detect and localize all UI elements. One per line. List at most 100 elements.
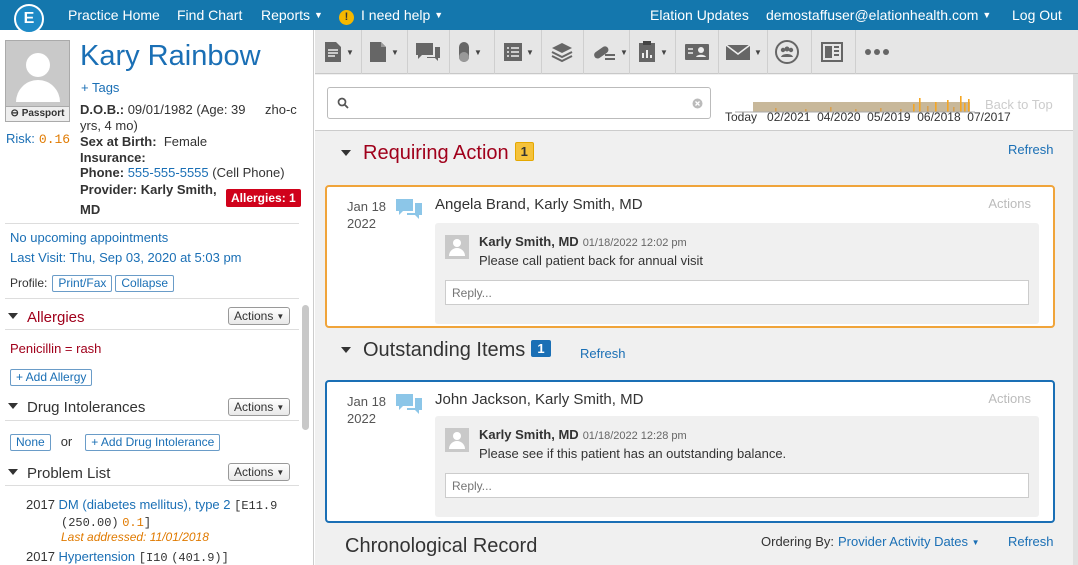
requiring-refresh-link[interactable]: Refresh	[1008, 142, 1054, 157]
problem-code: [E11.9	[234, 499, 278, 513]
patient-avatar[interactable]: ⊖ Passport	[5, 40, 70, 122]
upcoming-appointments-link[interactable]: No upcoming appointments	[10, 230, 168, 245]
card-actions-link[interactable]: Actions	[988, 196, 1031, 211]
avatar-head	[453, 432, 461, 440]
chart-search[interactable]	[327, 87, 711, 119]
email-button[interactable]: ▼	[725, 36, 762, 68]
chronological-record-title: Chronological Record	[345, 535, 538, 557]
allergy-item[interactable]: Penicillin = rash	[10, 341, 101, 356]
layout-button[interactable]	[820, 36, 844, 68]
outstanding-items-header[interactable]: Outstanding Items 1	[341, 339, 551, 362]
main-scrollbar[interactable]	[1073, 74, 1078, 565]
new-document-button[interactable]: ▼	[368, 36, 399, 68]
problem-year: 2017	[26, 549, 55, 564]
nav-log-out[interactable]: Log Out	[1012, 7, 1062, 23]
message-thread: Karly Smith, MD 01/18/2022 12:28 pm Pleas…	[435, 416, 1039, 517]
collapse-triangle-icon	[341, 150, 351, 156]
stack-button[interactable]	[550, 36, 574, 68]
timeline-label[interactable]: 07/2017	[967, 110, 1010, 124]
messaging-button[interactable]	[414, 36, 442, 68]
orders-button[interactable]: ▼	[503, 36, 534, 68]
nav-reports[interactable]: Reports ▼	[261, 7, 323, 23]
divider	[718, 30, 719, 74]
lab-report-button[interactable]: ▼	[637, 36, 668, 68]
divider	[5, 485, 299, 486]
avatar-head	[26, 53, 50, 77]
search-input[interactable]	[354, 94, 684, 112]
nav-elation-updates[interactable]: Elation Updates	[650, 7, 749, 23]
avatar-body	[16, 80, 60, 102]
reply-input[interactable]	[446, 281, 1028, 304]
clear-icon[interactable]	[692, 98, 703, 109]
patient-name[interactable]: Kary Rainbow	[80, 40, 261, 73]
reply-input[interactable]	[446, 474, 1028, 497]
more-icon	[865, 49, 889, 55]
reply-field[interactable]	[445, 280, 1029, 305]
requiring-action-card[interactable]: Jan 18 2022 Angela Brand, Karly Smith, MD…	[325, 185, 1055, 328]
add-allergy-button[interactable]: + Add Allergy	[10, 369, 93, 386]
allergies-title: Allergies	[27, 309, 85, 326]
card-date: Jan 18 2022	[347, 393, 386, 427]
nav-i-need-help[interactable]: ! I need help ▼	[339, 7, 443, 25]
problems-actions-button[interactable]: Actions ▼	[228, 463, 291, 481]
ordering-dropdown[interactable]: Provider Activity Dates ▼	[838, 534, 980, 549]
nav-practice-home[interactable]: Practice Home	[68, 7, 160, 23]
nav-find-chart[interactable]: Find Chart	[177, 7, 242, 23]
chevron-down-icon: ▼	[391, 47, 399, 57]
chronological-refresh-link[interactable]: Refresh	[1008, 534, 1054, 549]
more-options-button[interactable]	[864, 36, 890, 68]
timeline-label[interactable]: Today	[725, 110, 757, 124]
patient-provider-suffix: MD	[80, 202, 100, 217]
problem-list-section-header[interactable]: Problem List	[8, 465, 110, 482]
patient-card-button[interactable]	[684, 36, 710, 68]
avatar-head	[453, 239, 461, 247]
patient-dob: D.O.B.: 09/01/1982 (Age: 39	[80, 102, 246, 117]
print-fax-button[interactable]: Print/Fax	[52, 275, 113, 292]
timeline-label[interactable]: 02/2021	[767, 110, 810, 124]
sidebar-scrollbar[interactable]	[302, 305, 309, 430]
risk-score[interactable]: Risk: 0.16	[6, 131, 70, 147]
timeline-label[interactable]: 06/2018	[917, 110, 960, 124]
allergies-section-header[interactable]: Allergies	[8, 309, 85, 326]
outstanding-item-card[interactable]: Jan 18 2022 John Jackson, Karly Smith, MD…	[325, 380, 1055, 523]
add-tags-link[interactable]: + Tags	[81, 80, 119, 95]
card-actions-link[interactable]: Actions	[988, 391, 1031, 406]
add-drug-intolerance-button[interactable]: + Add Drug Intolerance	[85, 434, 221, 451]
collapse-button[interactable]: Collapse	[115, 275, 175, 292]
phone-link[interactable]: 555-555-5555	[128, 165, 209, 180]
outstanding-items-title: Outstanding Items	[363, 339, 526, 361]
intolerances-actions-button[interactable]: Actions ▼	[228, 398, 291, 416]
provider-suffix: MD	[80, 202, 101, 217]
problem-item[interactable]: 2017 Hypertension [I10 (401.9)]	[26, 549, 229, 565]
nav-user-menu[interactable]: demostaffuser@elationhealth.com ▼	[766, 7, 991, 23]
elation-logo-icon[interactable]: E	[14, 4, 44, 34]
care-team-button[interactable]	[774, 36, 800, 68]
allergies-actions-button[interactable]: Actions ▼	[228, 307, 291, 325]
requiring-action-header[interactable]: Requiring Action 1	[341, 142, 534, 165]
allergies-badge[interactable]: Allergies: 1	[226, 189, 301, 207]
timeline-label[interactable]: 04/2020	[817, 110, 860, 124]
drug-intolerances-section-header[interactable]: Drug Intolerances	[8, 399, 145, 416]
divider	[629, 30, 630, 74]
divider	[767, 30, 768, 74]
sex-label: Sex at Birth:	[80, 134, 157, 149]
problem-item[interactable]: 2017 DM (diabetes mellitus), type 2 [E11…	[26, 497, 277, 513]
profile-label: Profile:	[10, 276, 48, 290]
prescription-button[interactable]: ▼	[591, 36, 628, 68]
problem-icd9: (250.00)	[61, 516, 119, 530]
none-button[interactable]: None	[10, 434, 51, 451]
problem-name-link[interactable]: DM (diabetes mellitus), type 2	[59, 497, 231, 512]
problem-score: 0.1	[122, 516, 144, 530]
drug-intolerances-title: Drug Intolerances	[27, 399, 146, 416]
last-addressed: Last addressed: 11/01/2018	[61, 530, 209, 544]
problem-code-row: (250.00) 0.1]	[61, 514, 151, 530]
timeline-label[interactable]: 05/2019	[867, 110, 910, 124]
reply-field[interactable]	[445, 473, 1029, 498]
problem-name-link[interactable]: Hypertension	[59, 549, 136, 564]
medications-button[interactable]: ▼	[457, 36, 482, 68]
back-to-top-link[interactable]: Back to Top	[985, 97, 1053, 112]
last-visit-link[interactable]: Last Visit: Thu, Sep 03, 2020 at 5:03 pm	[10, 250, 242, 265]
new-note-button[interactable]: ▼	[323, 36, 354, 68]
outstanding-refresh-link[interactable]: Refresh	[580, 346, 626, 361]
passport-button[interactable]: ⊖ Passport	[6, 106, 69, 121]
